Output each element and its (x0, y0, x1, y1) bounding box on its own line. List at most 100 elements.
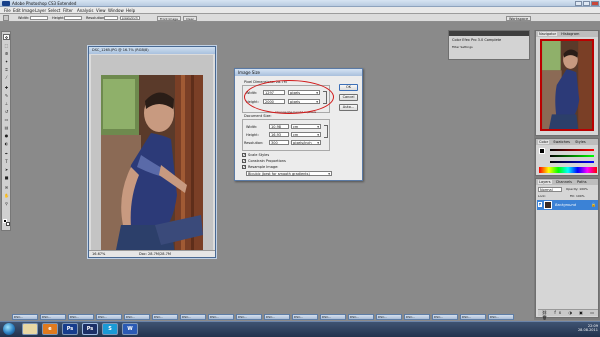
minimized-doc[interactable]: DSC... (208, 314, 234, 320)
tab-color[interactable]: Color (538, 140, 550, 144)
menu-help[interactable]: Help (126, 8, 135, 13)
minimized-doc[interactable]: DSC... (68, 314, 94, 320)
minimized-doc[interactable]: DSC... (12, 314, 38, 320)
minimized-doc[interactable]: DSC... (348, 314, 374, 320)
resolution-input[interactable]: 300 (269, 140, 289, 145)
constrain-proportions-checkbox[interactable]: ✓ (242, 159, 246, 163)
tab-layers[interactable]: Layers (538, 180, 552, 184)
tab-paths[interactable]: Paths (576, 180, 588, 184)
red-slider[interactable] (550, 149, 594, 151)
blur-tool-icon[interactable]: ● (3, 132, 10, 138)
minimized-doc[interactable]: DSC... (404, 314, 430, 320)
clone-stamp-tool-icon[interactable]: ⊥ (3, 100, 10, 106)
healing-brush-tool-icon[interactable]: ✚ (3, 84, 10, 90)
resolution-unit-select[interactable]: pixels/inch (291, 140, 321, 145)
navigator-preview[interactable] (540, 39, 594, 131)
pen-tool-icon[interactable]: ✒ (3, 150, 10, 156)
history-brush-tool-icon[interactable]: ↺ (3, 108, 10, 114)
notes-tool-icon[interactable]: ✉ (3, 184, 10, 190)
resample-image-checkbox[interactable]: ✓ (242, 165, 246, 169)
photoshop-active-icon[interactable]: Ps (82, 323, 98, 335)
brush-tool-icon[interactable]: ✎ (3, 92, 10, 98)
zoom-tool-icon[interactable]: ⚲ (3, 200, 10, 206)
minimized-doc[interactable]: DSC... (432, 314, 458, 320)
panel-foreground-swatch[interactable] (539, 148, 545, 154)
workspace-button[interactable]: Workspace (506, 15, 532, 21)
doc-width-input[interactable]: 10,98 (269, 124, 289, 129)
tab-styles[interactable]: Styles (574, 140, 587, 144)
minimized-doc[interactable]: DSC... (460, 314, 486, 320)
path-selection-tool-icon[interactable]: ➤ (3, 166, 10, 172)
maximize-button[interactable] (583, 1, 590, 6)
move-tool-icon[interactable]: ✥ (3, 34, 10, 40)
shape-tool-icon[interactable]: ■ (3, 174, 10, 180)
marquee-tool-icon[interactable]: ⬚ (3, 42, 10, 48)
skype-icon[interactable]: S (102, 323, 118, 335)
crop-tool-icon[interactable] (3, 15, 9, 21)
type-tool-icon[interactable]: T (3, 158, 10, 164)
document-size[interactable]: Doc: 28.7M/28.7M (139, 252, 171, 256)
opacity-field[interactable]: Opacity: 100% (566, 187, 588, 191)
color-efex-item[interactable]: Filter Settings (452, 45, 473, 49)
ok-button[interactable]: OK (339, 84, 358, 91)
tab-swatches[interactable]: Swatches (552, 140, 571, 144)
minimized-doc[interactable]: DSC... (320, 314, 346, 320)
minimize-button[interactable] (575, 1, 582, 6)
dodge-tool-icon[interactable]: ◐ (3, 140, 10, 146)
option-resolution-field[interactable] (104, 16, 118, 20)
auto-button[interactable]: Auto... (339, 104, 358, 111)
menu-analysis[interactable]: Analysis (77, 8, 93, 13)
tab-channels[interactable]: Channels (555, 180, 573, 184)
menu-window[interactable]: Window (108, 8, 124, 13)
canvas-area[interactable] (91, 55, 213, 255)
resample-method-select[interactable]: Bicubic (best for smooth gradients) (246, 171, 332, 176)
option-resolution-unit[interactable]: pixels/inch (120, 16, 140, 20)
minimized-doc[interactable]: DSC... (264, 314, 290, 320)
minimized-doc[interactable]: DSC... (236, 314, 262, 320)
eyedropper-tool-icon[interactable]: ⁄ (3, 74, 10, 80)
firefox-icon[interactable]: e (42, 323, 58, 335)
close-button[interactable] (591, 1, 599, 6)
panel-header[interactable] (449, 31, 529, 36)
tab-histogram[interactable]: Histogram (560, 32, 580, 36)
minimized-doc[interactable]: DSC... (292, 314, 318, 320)
minimized-doc[interactable]: DSC... (180, 314, 206, 320)
minimized-doc[interactable]: DSC... (152, 314, 178, 320)
doc-height-unit-select[interactable]: cm (291, 132, 321, 137)
doc-width-unit-select[interactable]: cm (291, 124, 321, 129)
menu-edit[interactable]: Edit (13, 8, 21, 13)
minimized-doc[interactable]: DSC... (124, 314, 150, 320)
menu-filter[interactable]: Filter (63, 8, 73, 13)
menu-view[interactable]: View (96, 8, 106, 13)
eraser-tool-icon[interactable]: ▭ (3, 116, 10, 122)
doc-height-input[interactable]: 16,93 (269, 132, 289, 137)
lasso-tool-icon[interactable]: ᘓ (3, 50, 10, 56)
fill-field[interactable]: Fill: 100% (570, 194, 585, 198)
menu-layer[interactable]: Layer (35, 8, 46, 13)
menu-select[interactable]: Select (48, 8, 60, 13)
scale-styles-checkbox[interactable]: ✓ (242, 153, 246, 157)
magic-wand-tool-icon[interactable]: ✦ (3, 58, 10, 64)
gradient-tool-icon[interactable]: ▤ (3, 124, 10, 130)
explorer-icon[interactable] (22, 323, 38, 335)
color-ramp[interactable] (539, 167, 597, 173)
minimized-doc[interactable]: DSC... (376, 314, 402, 320)
photoshop-icon[interactable]: Ps (62, 323, 78, 335)
word-icon[interactable]: W (122, 323, 138, 335)
layers-footer-buttons[interactable]: ⛓ fx ◑ ▣ ▭ 🗑 (538, 309, 598, 320)
menu-file[interactable]: File (4, 8, 11, 13)
option-width-field[interactable] (30, 16, 48, 20)
minimized-doc[interactable]: DSC... (96, 314, 122, 320)
hand-tool-icon[interactable]: ✋ (3, 192, 10, 198)
blue-slider[interactable] (550, 161, 594, 163)
tab-navigator[interactable]: Navigator (538, 32, 558, 36)
background-color-swatch[interactable] (5, 221, 10, 226)
front-image-button[interactable]: Front Image (157, 15, 181, 21)
cancel-button[interactable]: Cancel (339, 94, 358, 101)
start-button[interactable] (3, 323, 15, 335)
zoom-level[interactable]: 16.67% (92, 252, 105, 256)
option-height-field[interactable] (64, 16, 82, 20)
layer-row-background[interactable]: ◉ Background 🔒 (537, 200, 598, 210)
blend-mode-select[interactable]: Normal (538, 187, 562, 192)
tray-date[interactable]: 28.08.2011 (538, 328, 598, 332)
